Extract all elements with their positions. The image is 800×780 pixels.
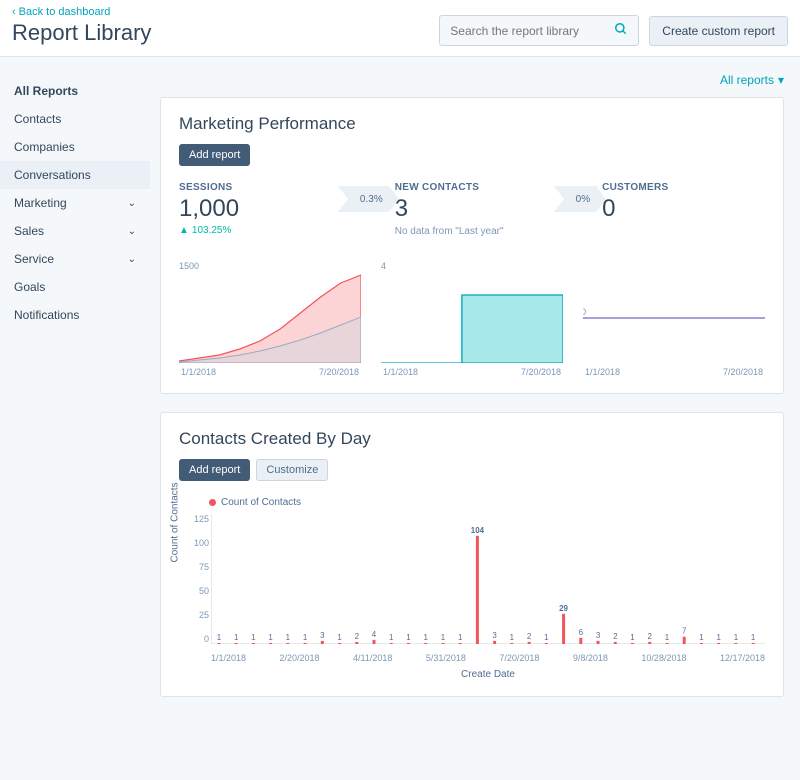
chart-contacts-by-day: Count of Contacts 1251007550250 11111131… <box>179 514 765 680</box>
sidebar-item-service[interactable]: Service ⌄ <box>0 245 150 273</box>
svg-text:1: 1 <box>734 633 739 642</box>
svg-text:1: 1 <box>303 633 308 642</box>
svg-text:1: 1 <box>268 633 273 642</box>
svg-text:1: 1 <box>441 633 446 642</box>
page-title: Report Library <box>12 20 151 46</box>
svg-text:2: 2 <box>648 632 653 641</box>
funnel-arrow: 0.3% <box>348 186 389 212</box>
sidebar-item-label: Marketing <box>14 196 67 210</box>
svg-text:1: 1 <box>699 633 704 642</box>
svg-text:0: 0 <box>583 307 586 317</box>
svg-text:1: 1 <box>665 633 670 642</box>
metrics-row: SESSIONS 1,000 ▲ 103.25% 0.3% NEW CONTAC… <box>179 182 765 237</box>
svg-text:104: 104 <box>471 526 485 535</box>
caret-down-icon: ▾ <box>778 73 784 87</box>
search-input-wrap[interactable] <box>439 15 639 46</box>
search-icon <box>614 22 628 39</box>
legend: Count of Contacts <box>209 497 765 508</box>
sidebar-item-label: Conversations <box>14 168 91 182</box>
svg-text:2: 2 <box>527 632 532 641</box>
svg-text:2: 2 <box>355 632 360 641</box>
svg-text:1: 1 <box>458 633 463 642</box>
chevron-down-icon: ⌄ <box>128 226 136 237</box>
legend-dot-icon <box>209 499 216 506</box>
chevron-down-icon: ⌄ <box>128 254 136 265</box>
svg-text:3: 3 <box>492 631 497 640</box>
sidebar-item-companies[interactable]: Companies <box>0 133 150 161</box>
sidebar-item-goals[interactable]: Goals <box>0 273 150 301</box>
svg-text:1: 1 <box>251 633 256 642</box>
sidebar-item-sales[interactable]: Sales ⌄ <box>0 217 150 245</box>
sidebar-item-label: Contacts <box>14 112 61 126</box>
delta-up: ▲ 103.25% <box>179 225 342 236</box>
svg-text:1: 1 <box>217 633 222 642</box>
metric-sessions: SESSIONS 1,000 ▲ 103.25% <box>179 182 342 236</box>
chart-customers: 0 1/1/20187/20/2018 <box>583 261 765 377</box>
sidebar-item-label: Sales <box>14 224 44 238</box>
svg-text:1: 1 <box>716 633 721 642</box>
metric-new-contacts: NEW CONTACTS 3 No data from "Last year" <box>395 182 558 237</box>
svg-text:1: 1 <box>286 633 291 642</box>
svg-text:3: 3 <box>320 631 325 640</box>
svg-text:1: 1 <box>337 633 342 642</box>
filter-dropdown[interactable]: All reports ▾ <box>720 73 784 87</box>
sidebar-item-label: Companies <box>14 140 75 154</box>
svg-text:1: 1 <box>544 633 549 642</box>
card-marketing-performance: Marketing Performance Add report SESSION… <box>160 97 784 394</box>
sidebar-item-marketing[interactable]: Marketing ⌄ <box>0 189 150 217</box>
svg-text:6: 6 <box>579 628 584 637</box>
main-content: All reports ▾ Marketing Performance Add … <box>150 57 800 735</box>
create-report-button[interactable]: Create custom report <box>649 16 788 46</box>
chart-new-contacts: 4 1/1/20187/20/2018 <box>381 261 563 377</box>
chevron-left-icon: ‹ <box>12 6 16 18</box>
sidebar-item-label: Goals <box>14 280 45 294</box>
sidebar-item-label: All Reports <box>14 84 78 98</box>
sidebar-item-notifications[interactable]: Notifications <box>0 301 150 329</box>
svg-text:7: 7 <box>682 627 687 636</box>
card-contacts-by-day: Contacts Created By Day Add report Custo… <box>160 412 784 697</box>
back-link[interactable]: ‹ Back to dashboard <box>12 6 151 18</box>
card-title: Contacts Created By Day <box>179 429 765 449</box>
top-bar: ‹ Back to dashboard Report Library Creat… <box>0 0 800 57</box>
add-report-button[interactable]: Add report <box>179 144 250 166</box>
svg-text:4: 4 <box>372 630 377 639</box>
customize-button[interactable]: Customize <box>256 459 328 481</box>
search-input[interactable] <box>450 24 614 38</box>
sidebar-item-conversations[interactable]: Conversations <box>0 161 150 189</box>
sidebar: All Reports Contacts Companies Conversation… <box>0 57 150 735</box>
sidebar-item-label: Notifications <box>14 308 79 322</box>
svg-text:1: 1 <box>234 633 239 642</box>
triangle-up-icon: ▲ <box>179 225 189 236</box>
sidebar-item-all-reports[interactable]: All Reports <box>0 77 150 105</box>
svg-text:1: 1 <box>630 633 635 642</box>
svg-text:1: 1 <box>406 633 411 642</box>
svg-text:1: 1 <box>424 633 429 642</box>
svg-text:3: 3 <box>596 631 601 640</box>
svg-text:29: 29 <box>559 604 568 613</box>
funnel-arrow: 0% <box>564 186 596 212</box>
sidebar-item-label: Service <box>14 252 54 266</box>
add-report-button[interactable]: Add report <box>179 459 250 481</box>
chart-sessions: 1500 1/1/20187/20/2018 <box>179 261 361 377</box>
sidebar-item-contacts[interactable]: Contacts <box>0 105 150 133</box>
card-title: Marketing Performance <box>179 114 765 134</box>
svg-text:2: 2 <box>613 632 618 641</box>
chevron-down-icon: ⌄ <box>128 198 136 209</box>
svg-text:1: 1 <box>510 633 515 642</box>
metric-customers: CUSTOMERS 0 <box>602 182 765 223</box>
svg-text:1: 1 <box>751 633 756 642</box>
svg-text:1: 1 <box>389 633 394 642</box>
